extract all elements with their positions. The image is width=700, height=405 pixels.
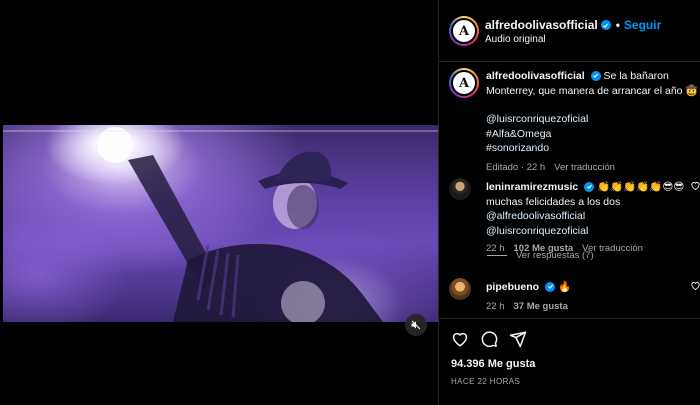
post-timestamp: HACE 22 HORAS <box>451 377 521 386</box>
comment-likes[interactable]: 37 Me gusta <box>514 300 568 315</box>
caption-text-line1: Se la bañaron <box>603 70 669 82</box>
follow-button[interactable]: Seguir <box>624 18 661 32</box>
avatar-logo: A <box>458 75 470 91</box>
comments-list: A alfredoolivasofficial Se la bañaron Mo… <box>439 62 700 318</box>
post-actions: 94.396 Me gusta HACE 22 HORAS <box>439 318 700 405</box>
comment-text: muchas felicidades a los dos <box>486 195 621 208</box>
caption-avatar[interactable]: A <box>449 68 479 98</box>
verified-badge-icon <box>600 20 611 30</box>
author-row: alfredoolivasofficial • Seguir <box>485 18 661 32</box>
commenter-avatar[interactable] <box>449 278 471 300</box>
commenter-avatar[interactable] <box>449 178 471 200</box>
avatar-logo: A <box>458 23 470 39</box>
comment-mention[interactable]: @luisrconriquezoficial <box>486 225 588 237</box>
comment-icon[interactable] <box>480 330 498 348</box>
commenter-username[interactable]: pipebueno <box>486 281 539 293</box>
video-player[interactable] <box>3 125 438 322</box>
caption-username[interactable]: alfredoolivasofficial <box>486 70 585 82</box>
verified-badge-icon <box>545 281 556 292</box>
author-avatar[interactable]: A <box>449 16 479 46</box>
share-icon[interactable] <box>509 330 527 348</box>
see-translation-link[interactable]: Ver traducción <box>554 161 615 176</box>
heart-icon[interactable] <box>451 330 469 348</box>
verified-badge-icon <box>584 181 595 192</box>
caption-hashtag[interactable]: #Alfa&Omega <box>486 127 700 142</box>
likes-count[interactable]: 94.396 Me gusta <box>451 358 535 370</box>
comment-like-icon[interactable] <box>690 280 700 291</box>
post-header: A alfredoolivasofficial • Seguir Audio o… <box>439 0 700 62</box>
comment-like-icon[interactable] <box>690 180 700 191</box>
comment-emojis: 👏👏👏👏👏😎😎 <box>597 181 685 193</box>
comment-mention[interactable]: @alfredoolivasofficial <box>486 210 585 222</box>
comment-text: 🔥 <box>557 281 572 293</box>
replies-divider <box>487 255 507 256</box>
view-replies-button[interactable]: Ver respuestas (7) <box>487 250 594 261</box>
verified-badge-icon <box>590 70 601 81</box>
caption-edited-time: Editado · 22 h <box>486 161 546 173</box>
caption-hashtag[interactable]: #sonorizando <box>486 141 700 156</box>
media-pane <box>0 0 438 405</box>
author-username[interactable]: alfredoolivasofficial <box>485 18 598 32</box>
caption-mention[interactable]: @luisrconriquezoficial <box>486 112 700 127</box>
separator-dot: • <box>615 18 620 32</box>
comment-time: 22 h <box>486 300 505 312</box>
caption-text-line2: Monterrey, que manera de arrancar el año… <box>486 84 699 97</box>
commenter-username[interactable]: leninramirezmusic <box>486 181 578 193</box>
volume-muted-icon <box>411 320 421 330</box>
mute-toggle-button[interactable] <box>405 314 427 336</box>
view-replies-label: Ver respuestas (7) <box>516 250 594 261</box>
performer-silhouette <box>3 127 438 322</box>
audio-link[interactable]: Audio original <box>485 34 546 45</box>
post-side-panel: A alfredoolivasofficial • Seguir Audio o… <box>438 0 700 405</box>
